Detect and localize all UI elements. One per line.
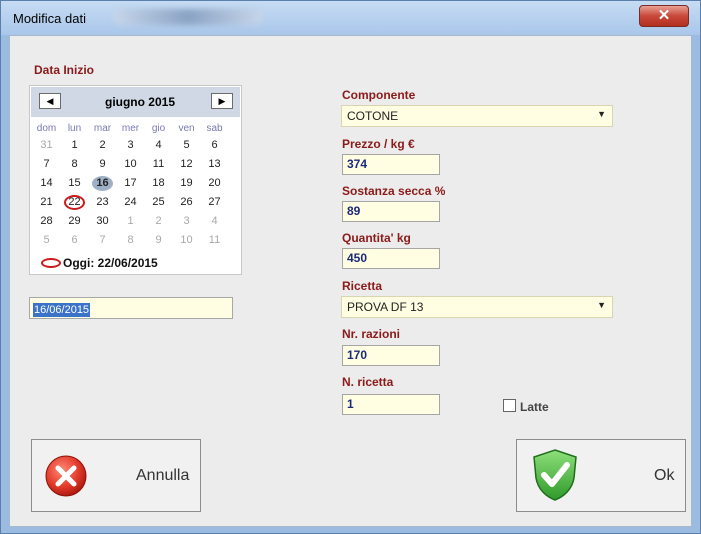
calendar-day[interactable]: 3 xyxy=(120,138,141,153)
calendar-day[interactable]: 28 xyxy=(36,214,57,229)
start-date-input[interactable]: 16/06/2015 xyxy=(29,297,233,319)
calendar-day[interactable]: 14 xyxy=(36,176,57,191)
calendar-day[interactable]: 2 xyxy=(92,138,113,153)
nricetta-label: N. ricetta xyxy=(342,375,394,389)
ok-button[interactable]: Ok xyxy=(516,439,686,512)
weekday-label: mer xyxy=(121,123,140,134)
calendar-day[interactable]: 10 xyxy=(120,157,141,172)
weekday-label: lun xyxy=(67,123,82,134)
prezzo-input[interactable]: 374 xyxy=(342,154,440,175)
today-text: Oggi: 22/06/2015 xyxy=(63,256,158,270)
weekday-label: gio xyxy=(151,123,166,134)
razioni-input[interactable]: 170 xyxy=(342,345,440,366)
calendar-day[interactable]: 4 xyxy=(148,138,169,153)
calendar-day[interactable]: 7 xyxy=(36,157,57,172)
calendar-day[interactable]: 11 xyxy=(204,233,225,248)
componente-label: Componente xyxy=(342,88,416,102)
prezzo-label: Prezzo / kg € xyxy=(342,137,415,151)
close-button[interactable]: ✕ xyxy=(639,5,689,27)
prev-month-button[interactable]: ◀ xyxy=(39,93,61,109)
close-icon: ✕ xyxy=(657,7,671,24)
weekday-label: ven xyxy=(178,123,195,134)
sostanza-label: Sostanza secca % xyxy=(342,184,446,198)
cancel-x-icon xyxy=(45,455,87,497)
chevron-down-icon: ▼ xyxy=(597,300,606,310)
calendar-day[interactable]: 10 xyxy=(176,233,197,248)
ricetta-value: PROVA DF 13 xyxy=(347,300,424,314)
componente-value: COTONE xyxy=(347,109,399,123)
cancel-button[interactable]: Annulla xyxy=(31,439,201,512)
calendar-day[interactable]: 23 xyxy=(92,195,113,210)
calendar-day[interactable]: 22 xyxy=(64,195,85,210)
calendar-day[interactable]: 17 xyxy=(120,176,141,191)
month-calendar[interactable]: ◀ giugno 2015 ▶ dom lun mar mer gio ven sab 31… xyxy=(29,85,242,275)
calendar-day[interactable]: 4 xyxy=(204,214,225,229)
calendar-day[interactable]: 9 xyxy=(92,157,113,172)
calendar-day[interactable]: 16 xyxy=(92,176,113,191)
latte-checkbox[interactable]: Latte xyxy=(503,399,549,414)
quantita-input[interactable]: 450 xyxy=(342,248,440,269)
calendar-day[interactable]: 11 xyxy=(148,157,169,172)
calendar-day[interactable]: 24 xyxy=(120,195,141,210)
cancel-button-label: Annulla xyxy=(136,467,190,484)
latte-label: Latte xyxy=(520,400,549,414)
quantita-label: Quantita' kg xyxy=(342,231,411,245)
ok-button-label: Ok xyxy=(654,467,675,484)
calendar-day[interactable]: 26 xyxy=(176,195,197,210)
next-month-button[interactable]: ▶ xyxy=(211,93,233,109)
calendar-day[interactable]: 21 xyxy=(36,195,57,210)
calendar-header: ◀ giugno 2015 ▶ xyxy=(31,87,240,117)
calendar-day[interactable]: 25 xyxy=(148,195,169,210)
calendar-day[interactable]: 18 xyxy=(148,176,169,191)
ricetta-select[interactable]: PROVA DF 13 ▼ xyxy=(341,296,613,318)
calendar-day[interactable]: 15 xyxy=(64,176,85,191)
start-date-value: 16/06/2015 xyxy=(33,303,91,317)
calendar-day[interactable]: 20 xyxy=(204,176,225,191)
calendar-day[interactable]: 27 xyxy=(204,195,225,210)
calendar-day[interactable]: 1 xyxy=(64,138,85,153)
calendar-day[interactable]: 12 xyxy=(176,157,197,172)
calendar-day[interactable]: 8 xyxy=(64,157,85,172)
chevron-down-icon: ▼ xyxy=(597,109,606,119)
calendar-day[interactable]: 6 xyxy=(204,138,225,153)
calendar-day[interactable]: 2 xyxy=(148,214,169,229)
calendar-day[interactable]: 29 xyxy=(64,214,85,229)
dialog-window: Modifica dati ✕ Data Inizio ◀ giugno 201… xyxy=(0,0,701,534)
today-circle-icon xyxy=(41,258,61,268)
calendar-day[interactable]: 3 xyxy=(176,214,197,229)
nricetta-input[interactable]: 1 xyxy=(342,394,440,415)
calendar-day[interactable]: 9 xyxy=(148,233,169,248)
calendar-day[interactable]: 8 xyxy=(120,233,141,248)
calendar-day[interactable]: 6 xyxy=(64,233,85,248)
calendar-day[interactable]: 5 xyxy=(176,138,197,153)
calendar-day[interactable]: 13 xyxy=(204,157,225,172)
checkbox-box[interactable] xyxy=(503,399,516,412)
razioni-label: Nr. razioni xyxy=(342,327,401,341)
calendar-day[interactable]: 19 xyxy=(176,176,197,191)
calendar-day[interactable]: 1 xyxy=(120,214,141,229)
calendar-month-label: giugno 2015 xyxy=(104,95,175,109)
title-bar[interactable]: Modifica dati ✕ xyxy=(1,1,700,35)
start-date-label: Data Inizio xyxy=(34,63,95,77)
calendar-day[interactable]: 5 xyxy=(36,233,57,248)
weekday-label: sab xyxy=(206,123,223,134)
componente-select[interactable]: COTONE ▼ xyxy=(341,105,613,127)
sostanza-input[interactable]: 89 xyxy=(342,201,440,222)
weekday-label: mar xyxy=(93,123,112,134)
redacted-title-part xyxy=(113,9,263,25)
calendar-day[interactable]: 30 xyxy=(92,214,113,229)
calendar-day[interactable]: 31 xyxy=(36,138,57,153)
window-title: Modifica dati xyxy=(13,11,86,26)
weekday-label: dom xyxy=(36,123,57,134)
calendar-day[interactable]: 7 xyxy=(92,233,113,248)
ricetta-label: Ricetta xyxy=(342,279,383,293)
shield-check-icon xyxy=(533,449,577,501)
today-indicator[interactable]: Oggi: 22/06/2015 xyxy=(41,256,158,270)
